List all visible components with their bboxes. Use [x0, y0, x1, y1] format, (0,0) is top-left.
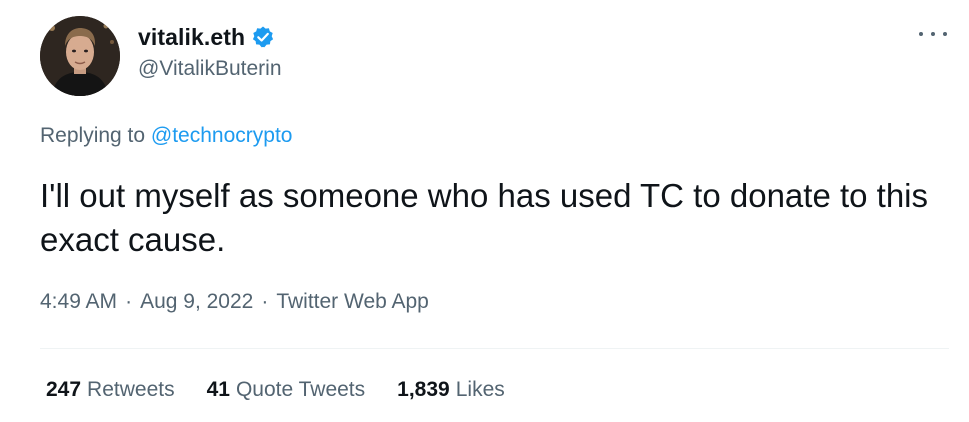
- tweet-time-link[interactable]: 4:49 AM: [40, 290, 117, 314]
- quote-tweets-stat[interactable]: 41 Quote Tweets: [207, 378, 366, 402]
- tweet-meta: 4:49 AM · Aug 9, 2022 · Twitter Web App: [40, 290, 429, 314]
- retweets-count: 247: [46, 378, 82, 401]
- display-name[interactable]: vitalik.eth: [138, 24, 245, 51]
- avatar[interactable]: [40, 16, 120, 96]
- likes-label: Likes: [455, 378, 505, 401]
- quote-tweets-label: Quote Tweets: [235, 378, 366, 401]
- display-name-row: vitalik.eth: [138, 22, 282, 52]
- divider: [40, 348, 949, 349]
- more-dot: [943, 32, 947, 36]
- more-dot: [931, 32, 935, 36]
- replying-to: Replying to @technocrypto: [40, 124, 292, 148]
- replying-to-label: Replying to: [40, 124, 151, 147]
- tweet-date-link[interactable]: Aug 9, 2022: [140, 290, 253, 314]
- likes-count: 1,839: [397, 378, 450, 401]
- tweet-text: I'll out myself as someone who has used …: [40, 177, 929, 258]
- tweet-card: vitalik.eth @VitalikButerin Replying to …: [0, 0, 969, 422]
- quote-tweets-count: 41: [206, 378, 230, 401]
- likes-stat[interactable]: 1,839 Likes: [397, 378, 505, 402]
- author-info: vitalik.eth @VitalikButerin: [138, 22, 282, 81]
- meta-separator: ·: [261, 290, 269, 313]
- tweet-source-link[interactable]: Twitter Web App: [276, 290, 429, 314]
- more-dot: [919, 32, 923, 36]
- profile-photo-icon: [40, 16, 120, 96]
- meta-separator: ·: [125, 290, 133, 313]
- retweets-stat[interactable]: 247 Retweets: [46, 378, 175, 402]
- more-options-icon[interactable]: [919, 24, 947, 44]
- verified-badge-icon: [251, 25, 275, 49]
- engagement-stats: 247 Retweets 41 Quote Tweets 1,839 Likes: [46, 378, 537, 402]
- user-handle[interactable]: @VitalikButerin: [138, 57, 282, 81]
- reply-mention-link[interactable]: @technocrypto: [151, 124, 293, 147]
- retweets-label: Retweets: [87, 378, 175, 401]
